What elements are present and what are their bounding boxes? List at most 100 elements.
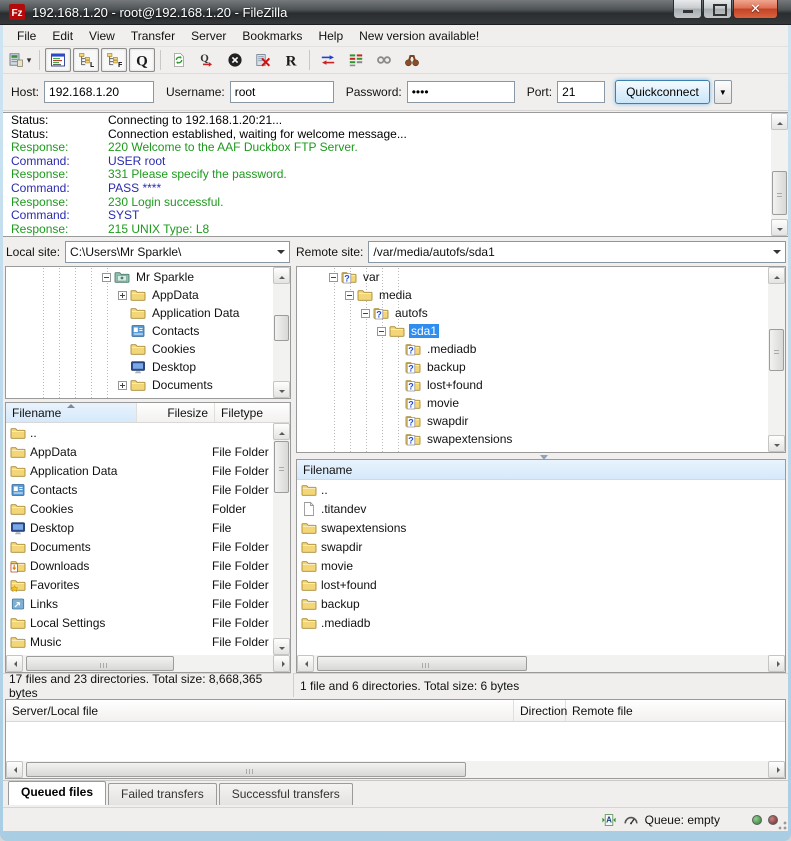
local-file-row[interactable]: Music File Folder: [6, 632, 272, 651]
local-file-row[interactable]: Contacts File Folder: [6, 480, 272, 499]
directory-comparison-button[interactable]: [343, 48, 369, 72]
menu-item[interactable]: View: [81, 26, 123, 46]
local-tree-scrollbar[interactable]: [273, 267, 290, 398]
queue-tab[interactable]: Successful transfers: [219, 783, 353, 805]
dropdown-arrow-icon[interactable]: ▾: [24, 55, 35, 66]
remote-file-row[interactable]: swapextensions: [297, 518, 785, 537]
column-header-direction[interactable]: Direction: [514, 700, 566, 721]
local-tree-item[interactable]: Downloads: [6, 394, 272, 398]
remote-tree-item[interactable]: swapextensions: [297, 430, 767, 448]
minimize-button[interactable]: [673, 0, 702, 19]
remote-tree-item[interactable]: var: [297, 268, 767, 286]
local-file-row[interactable]: Desktop File: [6, 518, 272, 537]
username-input[interactable]: [230, 81, 334, 103]
menu-item[interactable]: Edit: [44, 26, 81, 46]
remote-file-row[interactable]: movie: [297, 556, 785, 575]
disconnect-button[interactable]: [250, 48, 276, 72]
local-site-combobox[interactable]: C:\Users\Mr Sparkle\: [65, 241, 290, 263]
remote-tree-scrollbar[interactable]: [768, 267, 785, 452]
local-file-row[interactable]: AppData File Folder: [6, 442, 272, 461]
quickconnect-button[interactable]: Quickconnect: [615, 80, 710, 104]
local-file-row[interactable]: Links File Folder: [6, 594, 272, 613]
local-file-row[interactable]: Downloads File Folder: [6, 556, 272, 575]
remote-file-row[interactable]: lost+found: [297, 575, 785, 594]
close-button[interactable]: [733, 0, 778, 19]
tree-expander-icon[interactable]: [102, 273, 111, 282]
column-header-filename[interactable]: Filename: [297, 460, 785, 479]
remote-tree-item[interactable]: dvd: [297, 448, 767, 452]
filter-button[interactable]: [371, 48, 397, 72]
toggle-message-log-button[interactable]: [45, 48, 71, 72]
tree-expander-icon[interactable]: [118, 381, 127, 390]
log-scrollbar[interactable]: [771, 113, 788, 236]
chevron-down-icon[interactable]: [773, 250, 781, 258]
remote-tree-item[interactable]: .mediadb: [297, 340, 767, 358]
title-bar[interactable]: 192.168.1.20 - root@192.168.1.20 - FileZ…: [0, 0, 791, 25]
local-tree-item[interactable]: Mr Sparkle: [6, 268, 272, 286]
remote-tree-item[interactable]: backup: [297, 358, 767, 376]
local-tree-item[interactable]: Application Data: [6, 304, 272, 322]
column-header-remote-file[interactable]: Remote file: [566, 700, 785, 721]
remote-file-row[interactable]: backup: [297, 594, 785, 613]
local-file-row[interactable]: Application Data File Folder: [6, 461, 272, 480]
column-header-filetype[interactable]: Filetype: [215, 403, 290, 422]
tree-expander-icon[interactable]: [345, 291, 354, 300]
local-tree-item[interactable]: Contacts: [6, 322, 272, 340]
queue-tab[interactable]: Failed transfers: [108, 783, 217, 805]
port-input[interactable]: [557, 81, 605, 103]
menu-item[interactable]: Transfer: [123, 26, 183, 46]
remote-site-combobox[interactable]: /var/media/autofs/sda1: [368, 241, 786, 263]
remote-tree-item[interactable]: lost+found: [297, 376, 767, 394]
site-manager-button[interactable]: ▾: [8, 48, 34, 72]
tree-expander-icon[interactable]: [118, 291, 127, 300]
quickconnect-dropdown-button[interactable]: ▼: [714, 80, 732, 104]
menu-item[interactable]: Help: [310, 26, 351, 46]
chevron-down-icon[interactable]: [277, 250, 285, 258]
local-file-row[interactable]: Favorites File Folder: [6, 575, 272, 594]
refresh-button[interactable]: [166, 48, 192, 72]
menu-item[interactable]: New version available!: [351, 26, 487, 46]
password-input[interactable]: [407, 81, 515, 103]
local-file-row[interactable]: ..: [6, 423, 272, 442]
search-button[interactable]: [399, 48, 425, 72]
maximize-button[interactable]: [703, 0, 732, 19]
remote-file-row[interactable]: ..: [297, 480, 785, 499]
process-queue-button[interactable]: [194, 48, 220, 72]
remote-tree-item[interactable]: sda1: [297, 322, 767, 340]
toggle-remote-tree-button[interactable]: [101, 48, 127, 72]
tree-expander-icon[interactable]: [361, 309, 370, 318]
toggle-queue-button[interactable]: [129, 48, 155, 72]
resize-grip[interactable]: [775, 818, 787, 830]
reconnect-button[interactable]: [278, 48, 304, 72]
synchronized-browsing-button[interactable]: [315, 48, 341, 72]
local-tree-item[interactable]: Cookies: [6, 340, 272, 358]
local-file-row[interactable]: Local Settings File Folder: [6, 613, 272, 632]
toggle-local-tree-button[interactable]: [73, 48, 99, 72]
menu-item[interactable]: File: [9, 26, 44, 46]
column-header-filename[interactable]: Filename: [6, 403, 137, 422]
local-file-row[interactable]: Documents File Folder: [6, 537, 272, 556]
cancel-button[interactable]: [222, 48, 248, 72]
local-file-row[interactable]: Cookies Folder: [6, 499, 272, 518]
remote-tree-item[interactable]: autofs: [297, 304, 767, 322]
column-header-server-local-file[interactable]: Server/Local file: [6, 700, 514, 721]
local-tree-item[interactable]: Desktop: [6, 358, 272, 376]
queue-tab[interactable]: Queued files: [8, 781, 106, 805]
remote-tree-item[interactable]: movie: [297, 394, 767, 412]
tree-expander-icon[interactable]: [329, 273, 338, 282]
local-list-vscrollbar[interactable]: [273, 423, 290, 655]
remote-file-row[interactable]: .titandev: [297, 499, 785, 518]
column-header-filesize[interactable]: Filesize: [137, 403, 215, 422]
queue-hscrollbar[interactable]: [6, 761, 785, 778]
menu-item[interactable]: Server: [183, 26, 234, 46]
remote-file-row[interactable]: .mediadb: [297, 613, 785, 632]
local-tree-item[interactable]: AppData: [6, 286, 272, 304]
host-input[interactable]: [44, 81, 154, 103]
local-tree-item[interactable]: Documents: [6, 376, 272, 394]
remote-file-row[interactable]: swapdir: [297, 537, 785, 556]
remote-tree-item[interactable]: media: [297, 286, 767, 304]
remote-list-hscrollbar[interactable]: [297, 655, 785, 672]
tree-expander-icon[interactable]: [377, 327, 386, 336]
menu-item[interactable]: Bookmarks: [234, 26, 310, 46]
local-list-hscrollbar[interactable]: [6, 655, 290, 672]
